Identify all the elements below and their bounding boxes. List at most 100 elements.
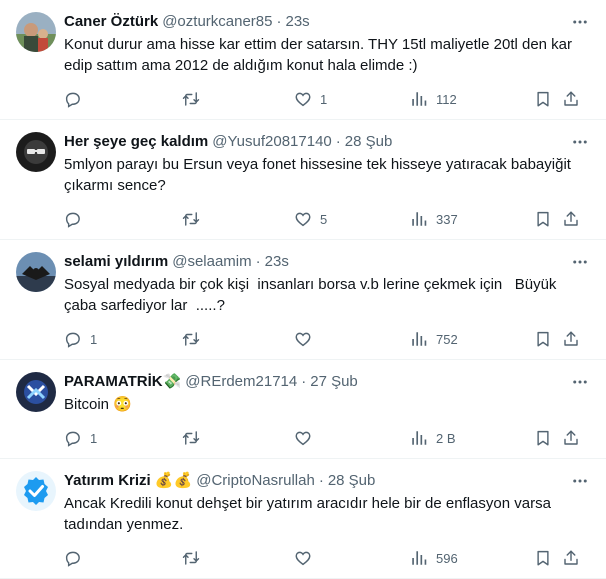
retweet-button[interactable] (182, 210, 294, 228)
views-button[interactable]: 596 (410, 549, 534, 567)
like-button[interactable]: 5 (294, 210, 410, 228)
view-count: 752 (436, 331, 458, 347)
like-count: 5 (320, 211, 328, 227)
user-handle[interactable]: @ozturkcaner85 (162, 12, 272, 32)
share-button[interactable] (562, 549, 582, 567)
share-icon (564, 331, 578, 346)
share-icon (564, 211, 578, 226)
view-count: 112 (436, 91, 457, 107)
share-button[interactable] (562, 210, 582, 228)
tweet-item[interactable]: Her şeye geç kaldım @Yusuf20817140 · 28 … (0, 120, 606, 240)
views-button[interactable]: 112 (410, 90, 534, 108)
tweet-header: Caner Öztürk @ozturkcaner85 · 23s (64, 0, 594, 32)
display-name[interactable]: selami yıldırım (64, 252, 168, 272)
display-name[interactable]: Yatırım Krizi 💰💰 (64, 471, 192, 491)
separator-dot: · (276, 13, 282, 30)
views-icon (412, 212, 427, 226)
bookmark-button[interactable] (534, 330, 562, 348)
views-icon (412, 332, 427, 346)
like-button[interactable]: 1 (294, 90, 410, 108)
user-handle[interactable]: @selaamim (172, 252, 251, 272)
like-button[interactable] (294, 549, 410, 567)
retweet-button[interactable] (182, 549, 294, 567)
tweet-item[interactable]: Caner Öztürk @ozturkcaner85 · 23s Konut … (0, 0, 606, 120)
share-icon (564, 91, 578, 106)
timestamp[interactable]: 23s (285, 12, 309, 32)
reply-button[interactable] (64, 90, 182, 108)
share-button[interactable] (562, 429, 582, 447)
retweet-button[interactable] (182, 330, 294, 348)
more-icon[interactable] (570, 12, 590, 32)
tweet-actions: 1 752 (64, 329, 594, 349)
retweet-icon (182, 332, 200, 346)
user-handle[interactable]: @RErdem21714 (185, 372, 297, 392)
retweet-icon (182, 551, 200, 565)
bookmark-button[interactable] (534, 429, 562, 447)
heart-icon (295, 431, 311, 446)
reply-icon (65, 212, 80, 228)
views-button[interactable]: 752 (410, 330, 534, 348)
reply-button[interactable]: 1 (64, 330, 182, 348)
tweet-text: Sosyal medyada bir çok kişi insanları bo… (64, 276, 561, 314)
share-button[interactable] (562, 330, 582, 348)
more-icon[interactable] (570, 471, 590, 491)
heart-icon (295, 551, 311, 566)
tweet-header: PARAMATRİK💸 @RErdem21714 · 27 Şub (64, 360, 594, 392)
retweet-icon (182, 212, 200, 226)
avatar[interactable] (16, 132, 56, 172)
separator-dot: · (255, 253, 261, 270)
reply-icon (65, 332, 80, 348)
view-count: 2 B (436, 430, 456, 446)
avatar[interactable] (16, 372, 56, 412)
timestamp[interactable]: 28 Şub (345, 132, 393, 152)
tweet-actions: 5 337 (64, 209, 594, 229)
view-count: 596 (436, 550, 458, 566)
views-button[interactable]: 337 (410, 210, 534, 228)
tweet-feed: Caner Öztürk @ozturkcaner85 · 23s Konut … (0, 0, 606, 579)
tweet-actions: 1 2 B (64, 428, 594, 448)
more-icon[interactable] (570, 252, 590, 272)
retweet-icon (182, 92, 200, 106)
retweet-button[interactable] (182, 90, 294, 108)
timestamp[interactable]: 28 Şub (328, 471, 376, 491)
heart-icon (295, 332, 311, 347)
timestamp[interactable]: 23s (265, 252, 289, 272)
bookmark-icon (537, 331, 549, 347)
reply-icon (65, 551, 80, 567)
bookmark-button[interactable] (534, 90, 562, 108)
user-handle[interactable]: @Yusuf20817140 (212, 132, 332, 152)
heart-icon (295, 92, 311, 107)
reply-icon (65, 431, 80, 447)
reply-button[interactable] (64, 549, 182, 567)
tweet-header: selami yıldırım @selaamim · 23s (64, 240, 594, 272)
views-button[interactable]: 2 B (410, 429, 534, 447)
avatar[interactable] (16, 471, 56, 511)
display-name[interactable]: PARAMATRİK💸 (64, 372, 181, 392)
display-name[interactable]: Caner Öztürk (64, 12, 158, 32)
tweet-item[interactable]: Yatırım Krizi 💰💰 @CriptoNasrullah · 28 Ş… (0, 459, 606, 579)
reply-button[interactable]: 1 (64, 429, 182, 447)
avatar[interactable] (16, 12, 56, 52)
share-button[interactable] (562, 90, 582, 108)
views-icon (412, 92, 427, 106)
retweet-button[interactable] (182, 429, 294, 447)
reply-count: 1 (90, 331, 98, 347)
bookmark-button[interactable] (534, 549, 562, 567)
bookmark-icon (537, 91, 549, 107)
reply-count: 1 (90, 430, 98, 446)
avatar[interactable] (16, 252, 56, 292)
reply-button[interactable] (64, 210, 182, 228)
bookmark-button[interactable] (534, 210, 562, 228)
like-button[interactable] (294, 429, 410, 447)
view-count: 337 (436, 211, 458, 227)
like-button[interactable] (294, 330, 410, 348)
tweet-item[interactable]: PARAMATRİK💸 @RErdem21714 · 27 Şub Bitcoi… (0, 360, 606, 459)
more-icon[interactable] (570, 372, 590, 392)
display-name[interactable]: Her şeye geç kaldım (64, 132, 208, 152)
user-handle[interactable]: @CriptoNasrullah (196, 471, 315, 491)
more-icon[interactable] (570, 132, 590, 152)
tweet-item[interactable]: selami yıldırım @selaamim · 23s Sosyal m… (0, 240, 606, 360)
timestamp[interactable]: 27 Şub (310, 372, 358, 392)
like-count: 1 (320, 91, 328, 107)
share-icon (564, 550, 578, 565)
